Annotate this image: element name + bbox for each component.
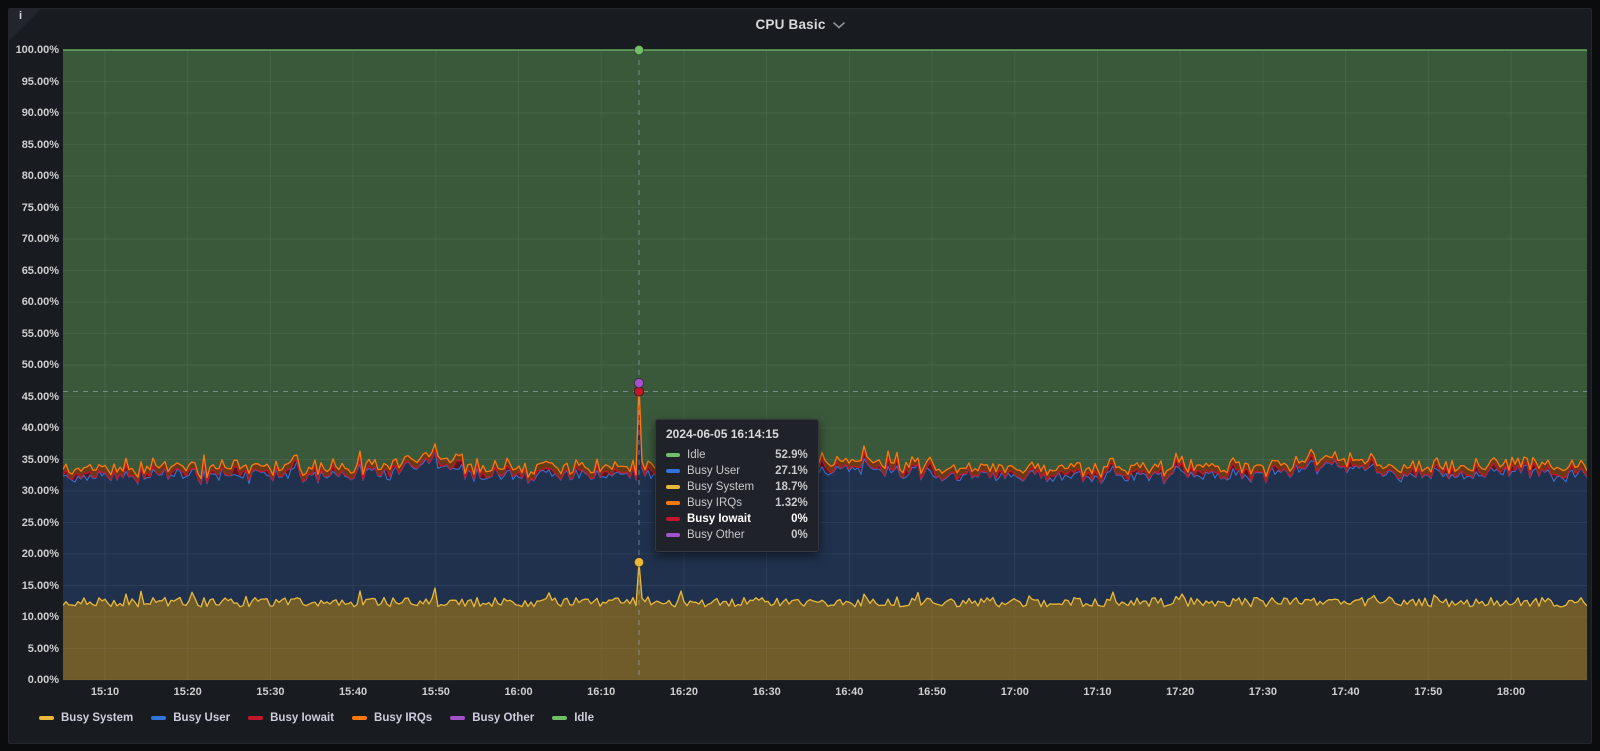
panel-title-text: CPU Basic [755, 16, 826, 32]
series-color-swatch [666, 501, 680, 505]
tooltip-series-value: 27.1% [775, 465, 808, 477]
x-tick-label: 16:40 [835, 686, 864, 698]
legend-label: Idle [574, 712, 595, 724]
tooltip-row: Busy Other 0% [666, 527, 808, 543]
y-tick-label: 80.00% [21, 170, 59, 182]
y-tick-label: 55.00% [21, 327, 59, 340]
hover-dot-busy-other [633, 378, 645, 389]
y-tick-label: 5.00% [27, 642, 59, 655]
y-tick-label: 15.00% [21, 579, 59, 592]
y-tick-label: 25.00% [21, 516, 59, 529]
y-tick-label: 85.00% [21, 138, 59, 151]
panel-title[interactable]: CPU Basic [755, 16, 845, 32]
tooltip-series-label: Busy Iowait [687, 513, 751, 525]
series-color-swatch [666, 485, 680, 489]
tooltip-series-label: Busy Other [687, 529, 745, 541]
tooltip-row: Idle 52.9% [666, 447, 808, 463]
hover-dot-busy-system [633, 557, 645, 568]
tooltip-series-value: 18.7% [775, 481, 808, 493]
legend: Busy System Busy User Busy Iowait Busy IRQs… [39, 712, 594, 724]
legend-item-busy-irqs[interactable]: Busy IRQs [352, 712, 432, 724]
legend-color-swatch [248, 716, 264, 720]
legend-label: Busy IRQs [374, 712, 433, 724]
x-tick-label: 15:50 [421, 686, 450, 698]
legend-label: Busy Iowait [270, 712, 335, 724]
y-tick-label: 60.00% [21, 296, 59, 308]
legend-color-swatch [552, 716, 568, 720]
tooltip-series-value: 52.9% [775, 449, 808, 461]
x-tick-label: 16:20 [669, 686, 698, 698]
tooltip-series-value: 1.32% [775, 497, 808, 509]
x-tick-label: 15:10 [90, 686, 120, 698]
series-color-swatch [666, 453, 680, 457]
tooltip-series-value: 0% [791, 529, 808, 541]
y-tick-label: 100.00% [15, 44, 59, 56]
cpu-basic-panel: i CPU Basic 100.00% 95.00% 90.00% 85.00% 80.… [8, 8, 1592, 744]
series-color-swatch [666, 517, 680, 521]
y-tick-label: 20.00% [21, 548, 59, 560]
y-tick-label: 0.00% [27, 674, 59, 686]
y-tick-label: 40.00% [21, 422, 59, 434]
y-tick-label: 70.00% [21, 233, 59, 245]
y-tick-label: 10.00% [21, 611, 59, 623]
legend-item-busy-other[interactable]: Busy Other [450, 712, 534, 724]
x-tick-label: 17:20 [1166, 686, 1195, 698]
y-tick-label: 95.00% [21, 75, 59, 88]
legend-color-swatch [151, 716, 167, 720]
tooltip-series-label: Busy System [687, 481, 755, 493]
x-tick-label: 15:20 [173, 686, 202, 698]
series-color-swatch [666, 469, 680, 473]
x-tick-label: 17:10 [1083, 686, 1112, 698]
series-color-swatch [666, 533, 680, 537]
x-tick-label: 18:00 [1496, 686, 1526, 698]
legend-item-idle[interactable]: Idle [552, 712, 594, 724]
tooltip-rows: Idle 52.9% Busy User 27.1% Busy System 18.7% B… [666, 447, 808, 543]
tooltip-timestamp: 2024-06-05 16:14:15 [666, 427, 779, 441]
grafana-panel-view: i CPU Basic 100.00% 95.00% 90.00% 85.00% 80.… [0, 0, 1600, 751]
area-idle [63, 50, 1587, 479]
legend-item-busy-iowait[interactable]: Busy Iowait [248, 712, 334, 724]
tooltip-series-label: Busy IRQs [687, 497, 742, 509]
hover-tooltip: 2024-06-05 16:14:15 Idle 52.9% Busy User 27… [655, 419, 819, 552]
y-tick-label: 90.00% [21, 107, 59, 119]
hover-dot-busy-iowait [633, 386, 645, 397]
tooltip-row: Busy Iowait 0% [666, 511, 808, 527]
legend-label: Busy User [173, 712, 231, 724]
tooltip-row: Busy IRQs 1.32% [666, 495, 808, 511]
y-tick-label: 50.00% [21, 359, 59, 371]
legend-item-busy-user[interactable]: Busy User [151, 712, 230, 724]
legend-color-swatch [450, 716, 466, 720]
x-tick-label: 17:00 [1000, 686, 1029, 698]
tooltip-series-value: 0% [791, 513, 808, 525]
x-tick-label: 15:40 [339, 686, 368, 698]
tooltip-series-label: Idle [687, 449, 706, 461]
legend-label: Busy Other [472, 712, 535, 724]
tooltip-row: Busy User 27.1% [666, 463, 808, 479]
tooltip-row: Busy System 18.7% [666, 479, 808, 495]
y-tick-label: 65.00% [21, 264, 59, 277]
x-tick-label: 16:10 [587, 686, 616, 698]
x-tick-label: 17:30 [1248, 686, 1277, 698]
grid-lines [63, 49, 1587, 681]
x-tick-label: 15:30 [256, 686, 285, 698]
x-tick-label: 16:30 [752, 686, 781, 698]
y-tick-label: 45.00% [21, 390, 59, 403]
y-tick-label: 75.00% [21, 201, 59, 214]
y-tick-label: 35.00% [21, 453, 59, 466]
panel-header[interactable]: CPU Basic [9, 9, 1591, 39]
y-tick-label: 30.00% [21, 485, 59, 497]
chart-plot-area[interactable] [62, 43, 1588, 681]
hover-dot-idle [633, 44, 645, 56]
cpu-chart-svg[interactable] [62, 43, 1588, 681]
x-tick-label: 17:50 [1414, 686, 1443, 698]
x-tick-label: 16:50 [917, 686, 947, 698]
legend-color-swatch [352, 716, 368, 720]
chevron-down-icon [832, 21, 845, 29]
legend-label: Busy System [61, 712, 134, 724]
legend-color-swatch [39, 716, 54, 720]
x-tick-label: 16:00 [504, 686, 533, 698]
x-tick-label: 17:40 [1331, 686, 1360, 698]
legend-item-busy-system[interactable]: Busy System [39, 712, 133, 724]
tooltip-series-label: Busy User [687, 465, 741, 477]
